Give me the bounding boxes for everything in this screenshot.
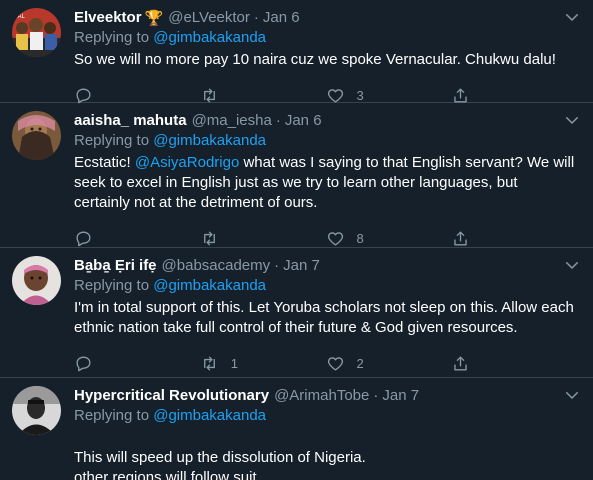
reply-button[interactable] — [74, 354, 200, 373]
author-handle[interactable]: @babsacademy — [162, 257, 271, 274]
separator-dot: · — [253, 9, 259, 26]
reply-icon — [76, 355, 91, 371]
veiled-woman-avatar-icon — [12, 111, 61, 160]
tweet-text-part: This will speed up the dissolution of Ni… — [74, 449, 366, 480]
tweet-header: Elveektor 🏆 @eLVeektor · Jan 6 — [74, 8, 577, 27]
chevron-down-icon[interactable] — [563, 8, 581, 26]
share-icon — [454, 87, 467, 103]
tweet-text: So we will no more pay 10 naira cuz we s… — [74, 50, 577, 70]
reply-icon — [76, 230, 91, 246]
separator-dot: · — [274, 257, 280, 274]
tweet-text-part: I'm in total support of this. Let Yoruba… — [74, 299, 574, 336]
like-count: 3 — [356, 87, 364, 103]
tweet-text: Ecstatic! @AsiyaRodrigo what was I sayin… — [74, 153, 577, 213]
heart-icon — [327, 231, 343, 246]
tweet-text-part: Ecstatic! — [74, 154, 135, 171]
avatar[interactable] — [12, 256, 61, 305]
like-button[interactable]: 8 — [326, 229, 452, 248]
retweet-icon — [203, 355, 215, 371]
share-button[interactable] — [451, 86, 577, 105]
like-button[interactable]: 2 — [326, 354, 452, 373]
replying-to: Replying to @gimbakakanda — [74, 276, 577, 296]
avatar[interactable] — [12, 386, 61, 435]
replying-to-mention[interactable]: @gimbakakanda — [153, 132, 266, 149]
share-button[interactable] — [451, 354, 577, 373]
tweet-actions: 1 2 — [74, 338, 577, 382]
retweet-button[interactable]: 1 — [200, 354, 326, 373]
replying-to-mention[interactable]: @gimbakakanda — [153, 277, 266, 294]
replying-to-mention[interactable]: @gimbakakanda — [153, 29, 266, 46]
tweet-timestamp[interactable]: Jan 6 — [285, 112, 322, 129]
replying-to-label: Replying to — [74, 407, 154, 424]
chevron-down-icon[interactable] — [563, 256, 581, 274]
replying-to: Replying to @gimbakakanda — [74, 406, 577, 426]
replying-to-mention[interactable]: @gimbakakanda — [153, 407, 266, 424]
tweet[interactable]: Hypercritical Revolutionary @ArimahTobe … — [0, 378, 593, 480]
tweet-header: aaisha_ mahuta @ma_iesha · Jan 6 — [74, 111, 577, 130]
tweet-header: Ba̱ba̱ Ẹri ifẹ @babsacademy · Jan 7 — [74, 256, 577, 275]
chevron-down-icon[interactable] — [563, 111, 581, 129]
author-name[interactable]: Ba̱ba̱ Ẹri ifẹ — [74, 257, 157, 274]
trophy-icon: 🏆 — [144, 9, 164, 27]
reply-button[interactable] — [74, 86, 200, 105]
replying-to-label: Replying to — [74, 132, 154, 149]
replying-to-label: Replying to — [74, 277, 154, 294]
tweet-feed: PAL Elveektor 🏆 @eLVeektor · Jan 6 Reply… — [0, 0, 593, 480]
text-mention[interactable]: @AsiyaRodrigo — [135, 154, 239, 171]
svg-text:PAL: PAL — [14, 14, 26, 20]
retweet-icon — [203, 230, 215, 246]
replying-to-label: Replying to — [74, 29, 154, 46]
author-name[interactable]: Hypercritical Revolutionary — [74, 387, 269, 404]
bw-portrait-avatar-icon — [12, 386, 61, 435]
tweet-header: Hypercritical Revolutionary @ArimahTobe … — [74, 386, 577, 405]
tweet-text: This will speed up the dissolution of Ni… — [74, 428, 577, 480]
tweet-text: I'm in total support of this. Let Yoruba… — [74, 298, 577, 338]
tweet-timestamp[interactable]: Jan 7 — [283, 257, 320, 274]
tweet-text-part: So we will no more pay 10 naira cuz we s… — [74, 51, 556, 68]
retweet-button[interactable] — [200, 86, 326, 105]
tweet-timestamp[interactable]: Jan 7 — [382, 387, 419, 404]
retweet-button[interactable] — [200, 229, 326, 248]
tweet[interactable]: PAL Elveektor 🏆 @eLVeektor · Jan 6 Reply… — [0, 0, 593, 103]
like-button[interactable]: 3 — [326, 86, 452, 105]
like-count: 8 — [356, 230, 364, 246]
author-name[interactable]: aaisha_ mahuta — [74, 112, 187, 129]
author-handle[interactable]: @ArimahTobe — [274, 387, 369, 404]
chevron-down-icon[interactable] — [563, 386, 581, 404]
avatar[interactable] — [12, 111, 61, 160]
replying-to: Replying to @gimbakakanda — [74, 131, 577, 151]
share-icon — [454, 355, 467, 371]
replying-to: Replying to @gimbakakanda — [74, 28, 577, 48]
tweet[interactable]: aaisha_ mahuta @ma_iesha · Jan 6 Replyin… — [0, 103, 593, 248]
avatar[interactable]: PAL — [12, 8, 61, 57]
baby-avatar-icon — [12, 256, 61, 305]
share-icon — [454, 230, 467, 246]
author-name[interactable]: Elveektor — [74, 9, 142, 26]
separator-dot: · — [275, 112, 281, 129]
tweet[interactable]: Ba̱ba̱ Ẹri ifẹ @babsacademy · Jan 7 Repl… — [0, 248, 593, 378]
tweet-timestamp[interactable]: Jan 6 — [263, 9, 300, 26]
heart-icon — [327, 88, 343, 103]
separator-dot: · — [373, 387, 379, 404]
author-handle[interactable]: @eLVeektor — [168, 9, 250, 26]
retweet-icon — [203, 87, 215, 103]
heart-icon — [327, 356, 343, 371]
like-count: 2 — [356, 355, 364, 371]
retweet-count: 1 — [230, 355, 238, 371]
reply-button[interactable] — [74, 229, 200, 248]
author-handle[interactable]: @ma_iesha — [192, 112, 272, 129]
group-photo-avatar-icon: PAL — [12, 8, 61, 57]
reply-icon — [76, 87, 91, 103]
share-button[interactable] — [451, 229, 577, 248]
